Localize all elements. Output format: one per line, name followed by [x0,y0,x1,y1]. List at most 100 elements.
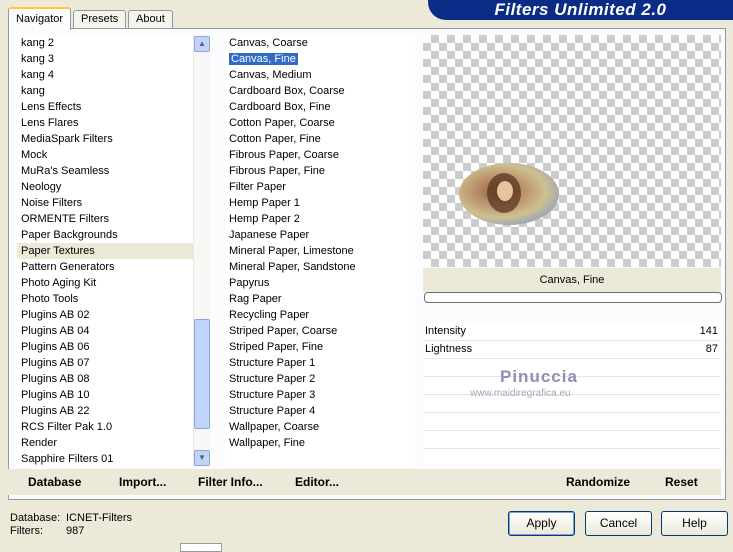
scroll-up-button[interactable]: ▲ [194,36,210,52]
filter-item[interactable]: Canvas, Medium [225,67,415,83]
filter-item-label: Canvas, Fine [229,53,298,65]
import-button[interactable]: Import... [119,475,166,489]
filter-item[interactable]: Wallpaper, Coarse [225,419,415,435]
filter-item[interactable]: Structure Paper 4 [225,403,415,419]
category-item[interactable]: Render [17,435,193,451]
filter-item[interactable]: Hemp Paper 1 [225,195,415,211]
category-item[interactable]: kang 2 [17,35,193,51]
scroll-thumb[interactable] [194,319,210,429]
editor-button[interactable]: Editor... [295,475,339,489]
category-list[interactable]: kang 2 kang 3 kang 4 kang Lens Effects Lens F… [17,35,193,467]
filter-item[interactable]: Cotton Paper, Fine [225,131,415,147]
category-item[interactable]: Photo Tools [17,291,193,307]
watermark-url: www.maidiregrafica.eu [470,388,571,399]
category-item[interactable]: Plugins AB 08 [17,371,193,387]
filter-item[interactable]: Hemp Paper 2 [225,211,415,227]
left-toolbar: Database Import... Filter Info... Editor… [8,469,423,495]
category-item[interactable]: RCS Filter Pak 1.0 [17,419,193,435]
tab-presets[interactable]: Presets [73,10,127,28]
filter-item[interactable]: Wallpaper, Fine [225,435,415,451]
preview-canvas [423,35,721,267]
database-label: Database: [10,512,61,524]
filter-item[interactable]: Striped Paper, Fine [225,339,415,355]
filter-item[interactable]: Mineral Paper, Limestone [225,243,415,259]
filter-item[interactable]: Cotton Paper, Coarse [225,115,415,131]
current-filter-name: Canvas, Fine [423,268,721,292]
category-item[interactable]: Lens Flares [17,115,193,131]
filter-item[interactable]: Rag Paper [225,291,415,307]
filter-item-label: Cardboard Box, Coarse [229,85,345,97]
reset-button[interactable]: Reset [665,475,698,489]
filter-item-label: Papyrus [229,277,270,289]
category-item[interactable]: Plugins AB 04 [17,323,193,339]
apply-button[interactable]: Apply [508,511,575,536]
taskbar-strip [0,543,733,550]
filter-item[interactable]: Fibrous Paper, Fine [225,163,415,179]
cancel-button[interactable]: Cancel [585,511,652,536]
category-item[interactable]: Paper Textures [17,243,193,259]
filter-item[interactable]: Mineral Paper, Sandstone [225,259,415,275]
filter-item[interactable]: Japanese Paper [225,227,415,243]
filter-item[interactable]: Structure Paper 1 [225,355,415,371]
filter-info-button[interactable]: Filter Info... [198,475,263,489]
filter-item[interactable]: Fibrous Paper, Coarse [225,147,415,163]
filter-item[interactable]: Striped Paper, Coarse [225,323,415,339]
category-item[interactable]: Lens Effects [17,99,193,115]
filter-item-label: Striped Paper, Coarse [229,325,338,337]
preview-image [459,163,559,225]
filter-item[interactable]: Structure Paper 3 [225,387,415,403]
category-item[interactable]: kang 3 [17,51,193,67]
category-item[interactable]: Paper Backgrounds [17,227,193,243]
randomize-button[interactable]: Randomize [566,475,630,489]
filter-item-label: Structure Paper 1 [229,357,316,369]
window-title: Filters Unlimited 2.0 [428,0,733,20]
preview-face [497,181,513,201]
filter-item[interactable]: Recycling Paper [225,307,415,323]
filter-item-label: Cardboard Box, Fine [229,101,331,113]
category-item[interactable]: MuRa's Seamless [17,163,193,179]
category-item[interactable]: kang 4 [17,67,193,83]
category-item[interactable]: ORMENTE Filters [17,211,193,227]
filter-item-label: Cotton Paper, Fine [229,133,321,145]
category-item[interactable]: Photo Aging Kit [17,275,193,291]
filter-item-label: Recycling Paper [229,309,310,321]
filter-item[interactable]: Canvas, Coarse [225,35,415,51]
right-toolbar: Randomize Reset [423,469,721,495]
param-value: 87 [705,343,718,355]
scroll-down-button[interactable]: ▼ [194,450,210,466]
tab-navigator[interactable]: Navigator [8,7,72,30]
filter-item[interactable]: Canvas, Fine [225,51,415,67]
category-item[interactable]: Neology [17,179,193,195]
taskbar-fragment [180,543,222,552]
tab-about[interactable]: About [128,10,173,28]
category-item[interactable]: Noise Filters [17,195,193,211]
filter-item[interactable]: Cardboard Box, Coarse [225,83,415,99]
category-item[interactable]: Plugins AB 06 [17,339,193,355]
category-item[interactable]: Mock [17,147,193,163]
filter-item-label: Filter Paper [229,181,286,193]
filter-item-label: Mineral Paper, Sandstone [229,261,356,273]
param-value: 141 [699,325,718,337]
filter-item[interactable]: Papyrus [225,275,415,291]
help-button[interactable]: Help [661,511,728,536]
category-item[interactable]: MediaSpark Filters [17,131,193,147]
category-item[interactable]: Pattern Generators [17,259,193,275]
filter-item-label: Structure Paper 2 [229,373,316,385]
filter-item[interactable]: Filter Paper [225,179,415,195]
filter-list[interactable]: Canvas, Coarse Canvas, Fine Canvas, Medium… [225,35,415,467]
category-item[interactable]: Sapphire Filters 01 [17,451,193,467]
filter-item-label: Fibrous Paper, Coarse [229,149,340,161]
param-intensity[interactable]: Intensity 141 [423,322,721,341]
category-item[interactable]: Plugins AB 07 [17,355,193,371]
filter-item[interactable]: Structure Paper 2 [225,371,415,387]
database-value: ICNET-Filters [66,512,132,524]
category-item[interactable]: kang [17,83,193,99]
category-scrollbar[interactable]: ▲ ▼ [193,35,210,467]
param-lightness[interactable]: Lightness 87 [423,340,721,359]
filter-item[interactable]: Cardboard Box, Fine [225,99,415,115]
category-item[interactable]: Plugins AB 22 [17,403,193,419]
database-button[interactable]: Database [28,475,81,489]
category-item[interactable]: Plugins AB 10 [17,387,193,403]
status-info: Database: ICNET-Filters Filters: 987 [10,512,132,538]
category-item[interactable]: Plugins AB 02 [17,307,193,323]
